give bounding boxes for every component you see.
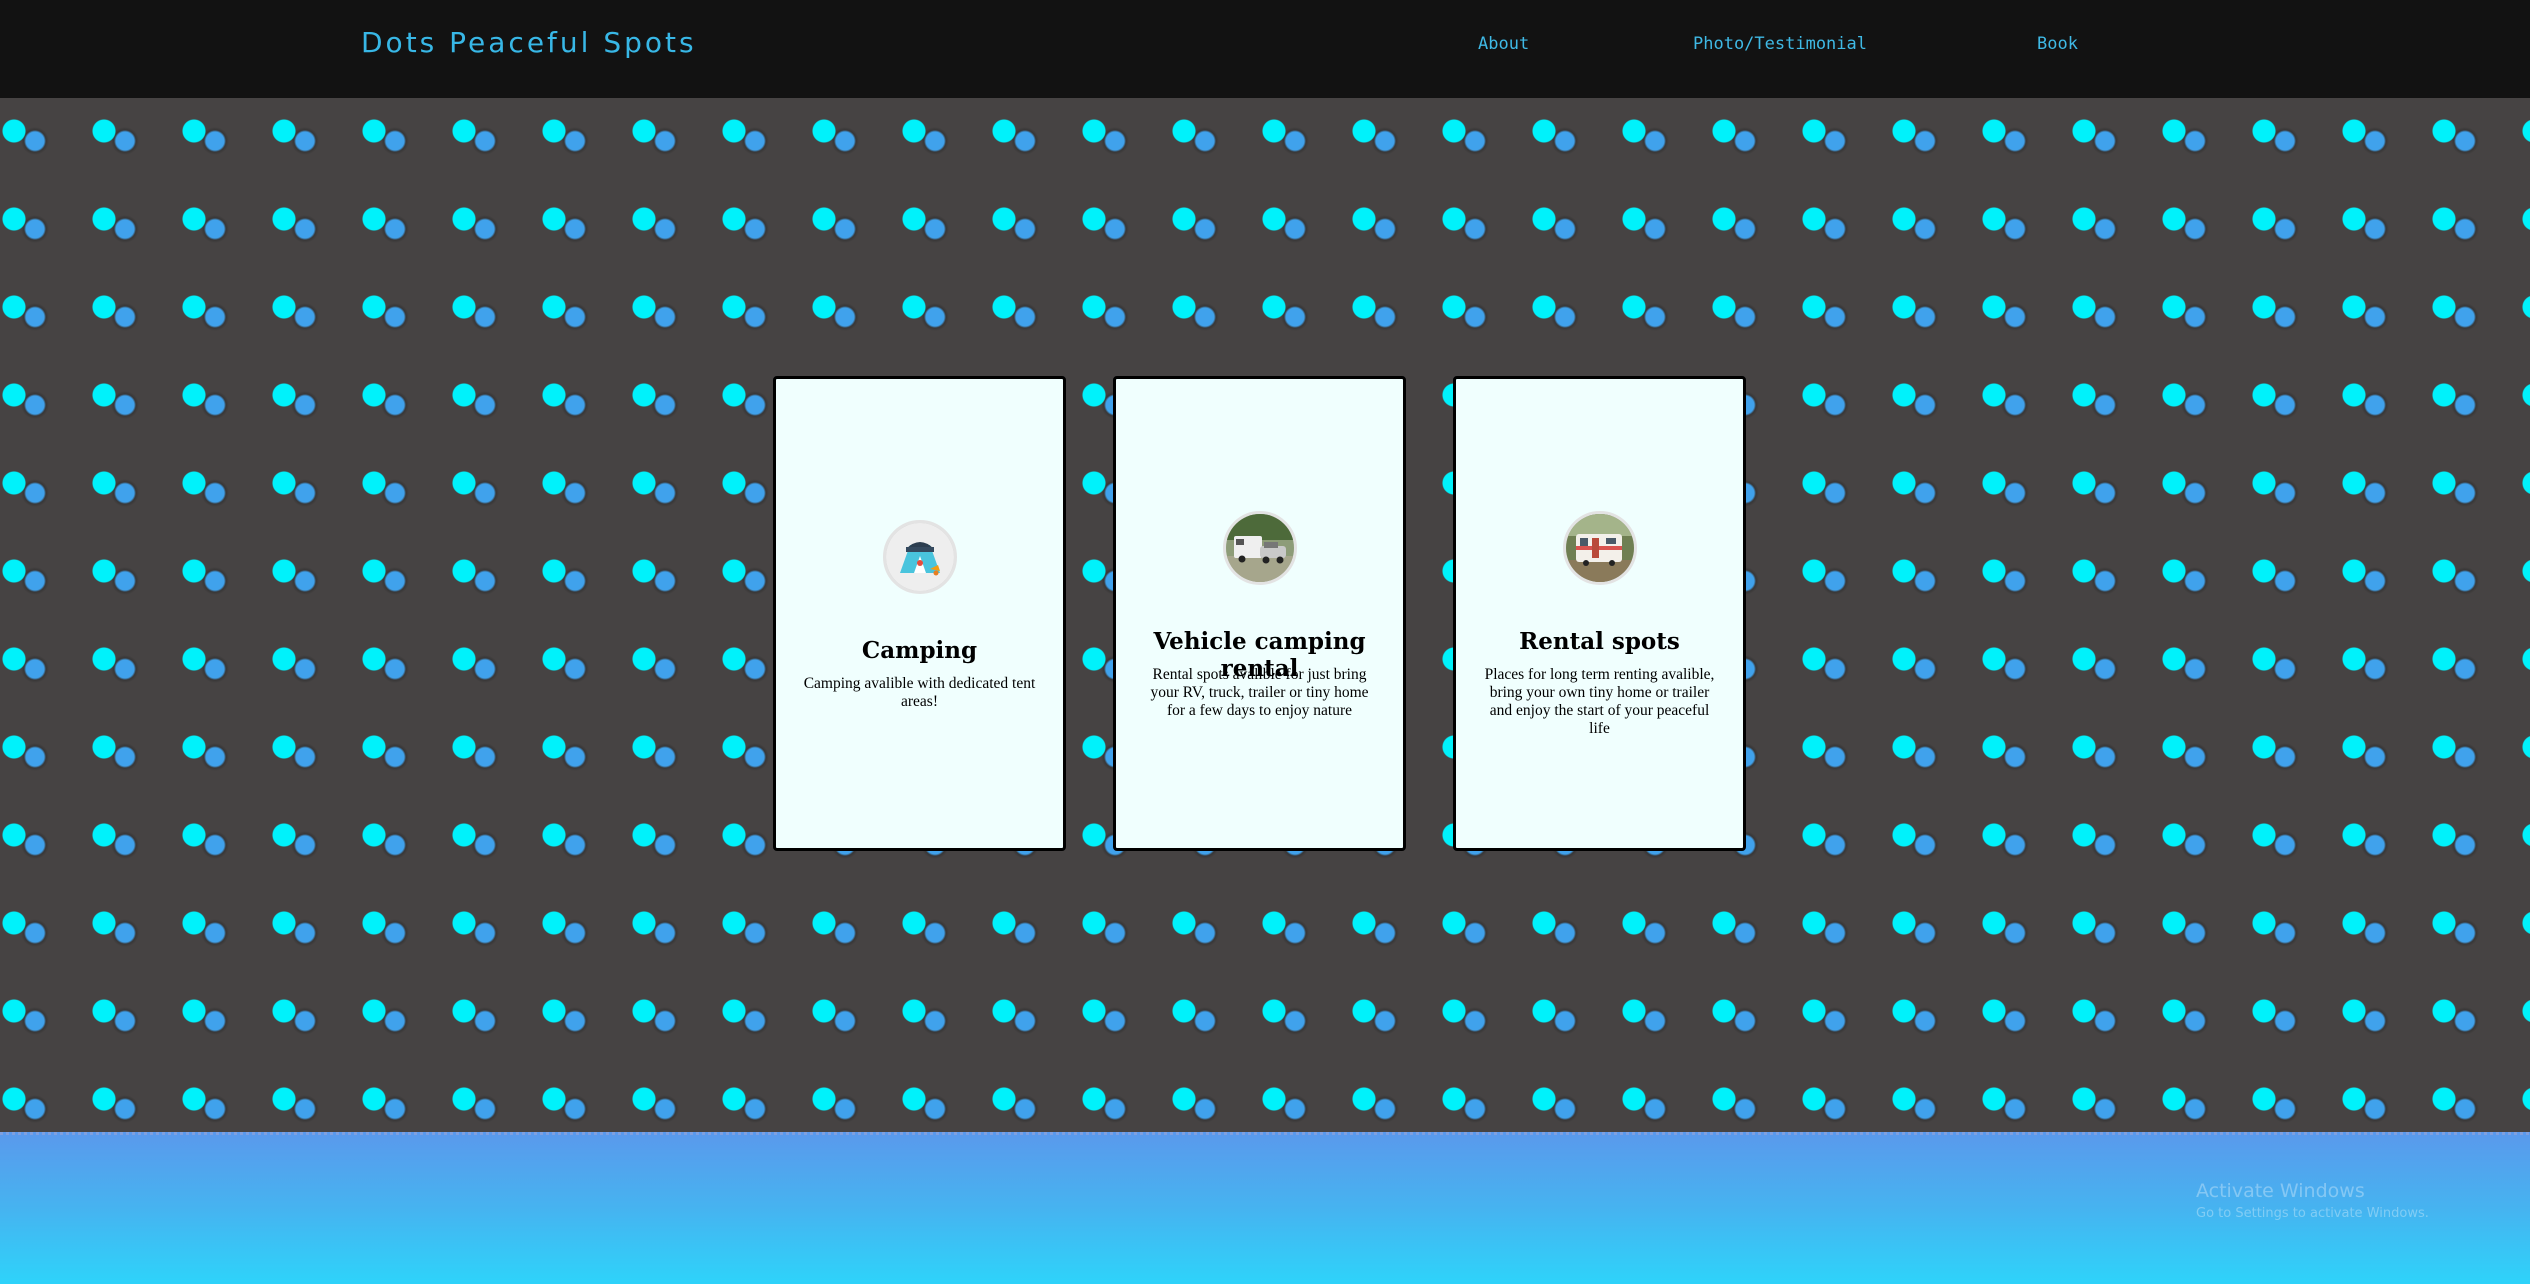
footer-edge <box>0 1132 2530 1135</box>
service-card-vehicle-camping[interactable]: Vehicle camping rental Rental spots aval… <box>1113 376 1406 851</box>
site-brand-link[interactable]: Dots Peaceful Spots <box>361 26 697 59</box>
card-description: Camping avalible with dedicated tent are… <box>803 675 1036 710</box>
nav-book-link[interactable]: Book <box>2037 34 2078 54</box>
rental-trailer-photo <box>1562 511 1637 585</box>
service-card-rental-spots[interactable]: Rental spots Places for long term rentin… <box>1453 376 1746 851</box>
watermark-title: Activate Windows <box>2196 1180 2365 1202</box>
card-title: Camping <box>861 637 978 664</box>
footer-band <box>0 1132 2530 1284</box>
nav-photo-testimonial-link[interactable]: Photo/Testimonial <box>1693 34 1867 54</box>
card-title: Rental spots <box>1519 628 1680 655</box>
card-description: Places for long term renting avalible, b… <box>1484 666 1715 737</box>
service-card-camping[interactable]: Camping Camping avalible with dedicated … <box>773 376 1066 851</box>
top-navigation-bar: Dots Peaceful Spots About Photo/Testimon… <box>0 0 2530 98</box>
tent-camping-icon <box>882 520 957 594</box>
card-description: Rental spots avalible for just bring you… <box>1150 666 1369 719</box>
activate-windows-watermark: Activate Windows Go to Settings to activ… <box>2196 1180 2429 1221</box>
rv-vehicle-photo <box>1222 511 1297 585</box>
watermark-subtitle: Go to Settings to activate Windows. <box>2196 1206 2429 1221</box>
nav-about-link[interactable]: About <box>1478 34 1529 54</box>
